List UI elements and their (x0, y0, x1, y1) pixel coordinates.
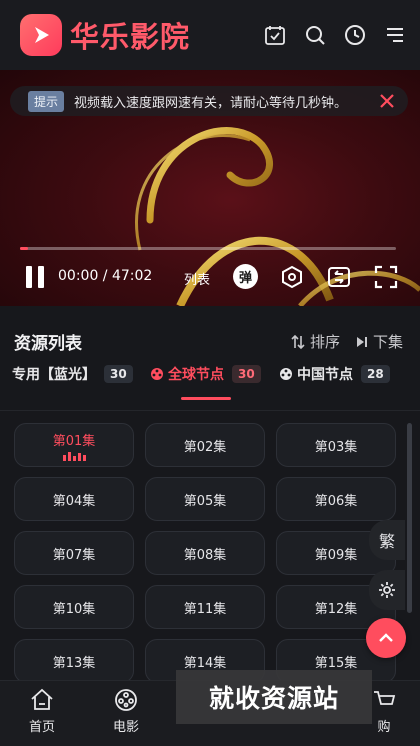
source-tab-china[interactable]: 中国节点 28 (279, 364, 390, 384)
watermark: 就收资源站 (176, 670, 372, 724)
gear-icon[interactable] (369, 570, 405, 610)
calendar-check-icon[interactable] (264, 24, 286, 46)
source-label: 中国节点 (297, 367, 353, 383)
close-icon[interactable] (378, 92, 396, 110)
progress-bar[interactable] (20, 247, 396, 250)
sort-icon (291, 334, 305, 349)
episode-label: 第03集 (314, 439, 358, 455)
episode-label: 第13集 (52, 655, 96, 671)
loading-tip: 提示 视频载入速度跟网速有关，请耐心等待几秒钟。 (10, 86, 408, 116)
resource-list-title: 资源列表 (14, 334, 82, 354)
episode-button[interactable]: 第11集 (145, 585, 265, 629)
history-icon[interactable] (344, 24, 366, 46)
next-label: 下集 (373, 333, 404, 351)
episode-button[interactable]: 第01集 (14, 423, 134, 467)
settings-hexagon-icon[interactable] (279, 264, 305, 290)
progress-fill (20, 247, 28, 250)
app-logo[interactable]: 华乐影院 (20, 14, 190, 56)
source-count: 30 (232, 365, 261, 383)
episode-button[interactable]: 第05集 (145, 477, 265, 521)
nav-item-movies[interactable]: 电影 (98, 687, 154, 735)
episode-label: 第06集 (314, 493, 358, 509)
episode-button[interactable]: 第04集 (14, 477, 134, 521)
pause-button[interactable] (26, 266, 44, 288)
episode-button[interactable]: 第08集 (145, 531, 265, 575)
playback-time: 00:00 / 47:02 (58, 268, 153, 284)
chevron-up-icon (379, 633, 393, 642)
source-count: 28 (361, 365, 390, 383)
playlist-button[interactable]: 列表 (184, 269, 210, 288)
menu-icon[interactable] (384, 24, 406, 46)
app-title: 华乐影院 (70, 20, 191, 54)
logo-play-icon (20, 14, 62, 56)
home-icon (31, 688, 53, 710)
episode-label: 第08集 (183, 547, 227, 563)
danmu-toggle[interactable]: 弹 (233, 264, 258, 289)
film-reel-icon (151, 368, 163, 380)
episode-label: 第07集 (52, 547, 96, 563)
traditional-chinese-toggle[interactable]: 繁 (369, 520, 405, 560)
app-header: 华乐影院 (0, 0, 420, 70)
episode-label: 第12集 (314, 601, 358, 617)
episode-button[interactable]: 第10集 (14, 585, 134, 629)
source-tab-global[interactable]: 全球节点 30 (150, 364, 261, 384)
episode-label: 第05集 (183, 493, 227, 509)
nav-label: 电影 (112, 720, 139, 735)
episode-label: 第01集 (52, 433, 96, 449)
scrollbar[interactable] (407, 423, 412, 613)
source-count: 30 (104, 365, 133, 383)
episode-button[interactable]: 第07集 (14, 531, 134, 575)
source-label: 专用【蓝光】 (12, 367, 96, 383)
source-label: 全球节点 (168, 367, 224, 383)
source-tab-bluray[interactable]: 专用【蓝光】 30 (12, 364, 133, 384)
player-controls: 00:00 / 47:02 列表 弹 (0, 260, 420, 294)
episode-label: 第04集 (52, 493, 96, 509)
episode-label: 第11集 (183, 601, 227, 617)
sort-button[interactable]: 排序 (290, 331, 340, 352)
now-playing-icon (62, 451, 86, 461)
episode-button[interactable]: 第03集 (276, 423, 396, 467)
episode-label: 第14集 (183, 655, 227, 671)
episode-label: 第09集 (314, 547, 358, 563)
source-tabs: 专用【蓝光】 30 全球节点 30 中国节点 28 (0, 364, 420, 404)
screenshot-icon[interactable] (326, 264, 352, 290)
active-source-underline (181, 397, 231, 400)
nav-item-home[interactable]: 首页 (14, 687, 70, 735)
scroll-to-top-button[interactable] (366, 618, 406, 658)
divider (0, 410, 420, 411)
next-episode-button[interactable]: 下集 (355, 331, 403, 352)
episode-label: 第10集 (52, 601, 96, 617)
skip-next-icon (357, 336, 367, 347)
nav-label: 首页 (28, 720, 55, 735)
film-reel-icon (115, 689, 137, 711)
film-reel-icon (280, 368, 292, 380)
episode-label: 第02集 (183, 439, 227, 455)
episode-button[interactable]: 第13集 (14, 639, 134, 683)
episode-label: 第15集 (314, 655, 358, 671)
nav-label: 购 (377, 720, 391, 735)
cart-icon (374, 691, 396, 705)
tip-badge: 提示 (28, 90, 65, 112)
search-icon[interactable] (304, 24, 326, 46)
episode-button[interactable]: 第06集 (276, 477, 396, 521)
video-player[interactable]: 提示 视频载入速度跟网速有关，请耐心等待几秒钟。 00:00 / 47:02 列… (0, 70, 420, 306)
tip-text: 视频载入速度跟网速有关，请耐心等待几秒钟。 (74, 95, 348, 111)
fullscreen-icon[interactable] (373, 264, 399, 290)
episode-button[interactable]: 第02集 (145, 423, 265, 467)
sort-label: 排序 (310, 333, 341, 351)
